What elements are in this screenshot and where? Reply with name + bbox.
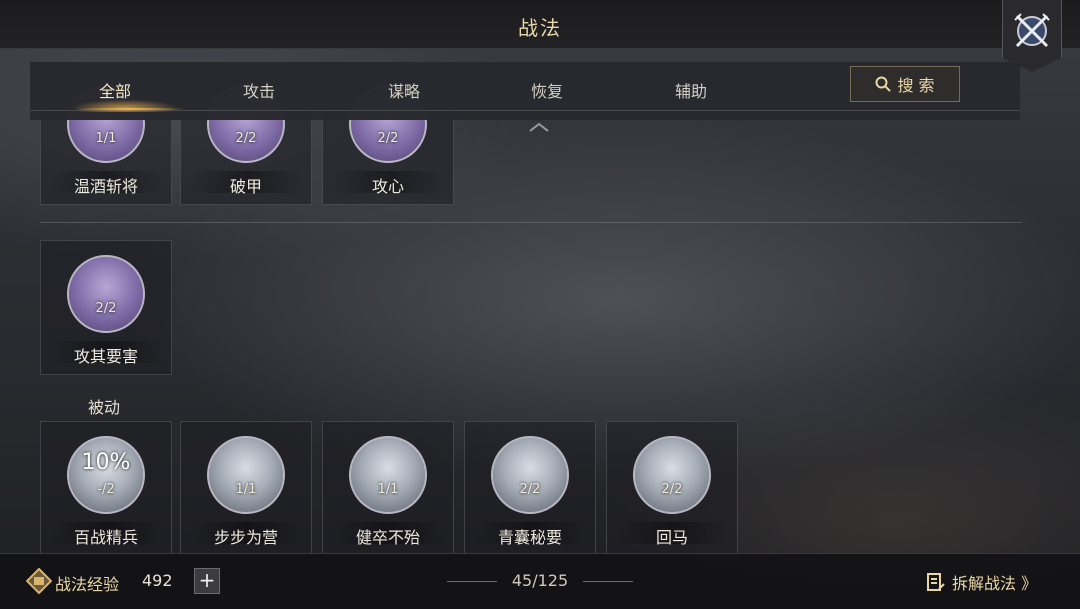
tab-recovery[interactable]: 恢复 <box>487 78 607 102</box>
skill-name: 青囊秘要 <box>497 528 562 547</box>
skill-icon <box>633 436 711 514</box>
tab-strategy[interactable]: 谋略 <box>344 78 464 102</box>
dismantle-label: 拆解战法 》 <box>952 574 1038 593</box>
experience-label: 战法经验 <box>55 575 120 594</box>
top-bar: 战法 <box>0 0 1080 49</box>
divider-right <box>583 581 633 582</box>
skill-level: 2/2 <box>519 482 541 497</box>
skill-name: 攻其要害 <box>73 347 138 366</box>
skill-icon <box>491 436 569 514</box>
skill-name: 步步为营 <box>213 528 278 547</box>
skill-level: 2/2 <box>235 131 257 146</box>
tab-assist[interactable]: 辅助 <box>631 78 751 102</box>
skill-card-baizhan[interactable]: 10% -/2 百战精兵 <box>40 421 172 556</box>
skill-level: 2/2 <box>95 301 117 316</box>
skill-name: 攻心 <box>371 177 404 196</box>
crossed-swords-icon <box>1014 13 1050 48</box>
skill-name: 回马 <box>655 528 688 547</box>
divider-left <box>447 581 497 582</box>
skill-card-bubuweiying[interactable]: 1/1 步步为营 <box>180 421 312 556</box>
skill-icon <box>207 436 285 514</box>
skill-level: 2/2 <box>377 131 399 146</box>
page-title: 战法 <box>518 16 562 40</box>
search-button[interactable]: 搜 索 <box>850 66 960 102</box>
bottom-bar: 战法经验 492 + 45/125 拆解战法 》 <box>0 553 1080 609</box>
tab-attack[interactable]: 攻击 <box>199 78 319 102</box>
skill-icon <box>349 436 427 514</box>
skill-icon <box>67 255 145 333</box>
tab-all[interactable]: 全部 <box>55 78 175 102</box>
tab-bar-overlay: 全部 攻击 谋略 恢复 辅助 搜 索 <box>30 62 1020 112</box>
section-divider <box>40 222 1022 223</box>
skill-count: 45/125 <box>511 571 569 590</box>
skill-name: 破甲 <box>229 177 262 196</box>
skill-card-gongqiyaohai[interactable]: 2/2 攻其要害 <box>40 240 172 375</box>
skill-name: 百战精兵 <box>73 528 138 547</box>
skill-card-jianzu[interactable]: 1/1 健卒不殆 <box>322 421 454 556</box>
progress-percent: 10% <box>81 450 131 475</box>
search-label: 搜 索 <box>897 76 935 95</box>
skill-name: 健卒不殆 <box>355 528 420 547</box>
add-experience-button[interactable]: + <box>194 568 220 594</box>
skill-icon <box>67 436 145 514</box>
skill-level: -/2 <box>97 482 115 497</box>
skill-name: 温酒斩将 <box>73 177 138 196</box>
dismantle-skill-button[interactable]: 拆解战法 》 <box>926 569 1037 595</box>
chevron-up-icon <box>529 122 549 132</box>
skill-level: 1/1 <box>377 482 399 497</box>
section-title-passive: 被动 <box>88 398 121 417</box>
document-edit-icon <box>927 573 945 591</box>
active-tab-underline <box>75 108 185 110</box>
skill-card-qingnang[interactable]: 2/2 青囊秘要 <box>464 421 596 556</box>
experience-value: 492 <box>142 571 173 590</box>
skill-level: 1/1 <box>95 131 117 146</box>
experience-icon <box>26 568 52 594</box>
skill-level: 1/1 <box>235 482 257 497</box>
skill-card-huima[interactable]: 2/2 回马 <box>606 421 738 556</box>
search-icon <box>875 76 892 92</box>
skill-level: 2/2 <box>661 482 683 497</box>
